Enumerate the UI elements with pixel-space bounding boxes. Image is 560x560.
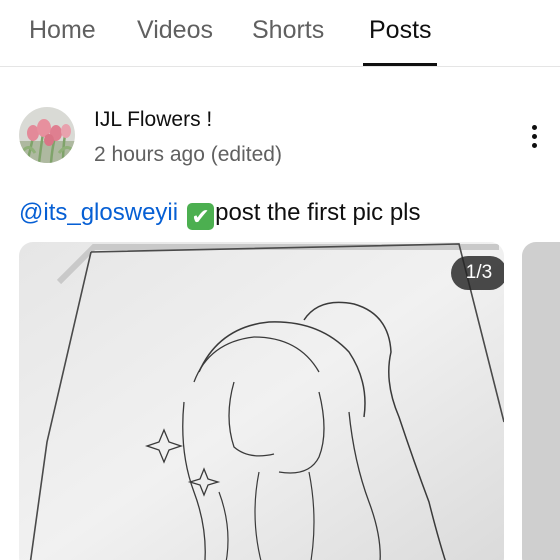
mention-link[interactable]: @its_glosweyii [19, 199, 178, 226]
channel-tabs: Home Videos Shorts Posts [0, 0, 560, 67]
image-counter: 1/3 [451, 256, 504, 290]
post-text: @its_glosweyii ✔ post the first pic pls [19, 198, 421, 230]
channel-name[interactable]: IJL Flowers ! [94, 107, 212, 133]
post-body: post the first pic pls [215, 199, 421, 226]
tab-shorts[interactable]: Shorts [252, 14, 324, 46]
sketch-drawing-image [19, 242, 504, 560]
tulip-avatar-image [19, 107, 75, 163]
tab-videos[interactable]: Videos [137, 14, 213, 46]
check-mark-icon: ✔ [187, 203, 215, 230]
more-vertical-icon[interactable] [520, 119, 550, 153]
post-image[interactable]: 1/3 [19, 242, 504, 560]
tab-home[interactable]: Home [29, 14, 96, 46]
post-timestamp: 2 hours ago (edited) [94, 143, 282, 166]
channel-avatar[interactable] [19, 107, 75, 163]
next-image-preview[interactable] [522, 242, 560, 560]
active-tab-indicator [363, 63, 437, 66]
community-post: IJL Flowers ! 2 hours ago (edited) @its_… [0, 67, 560, 560]
tab-posts[interactable]: Posts [369, 14, 432, 46]
